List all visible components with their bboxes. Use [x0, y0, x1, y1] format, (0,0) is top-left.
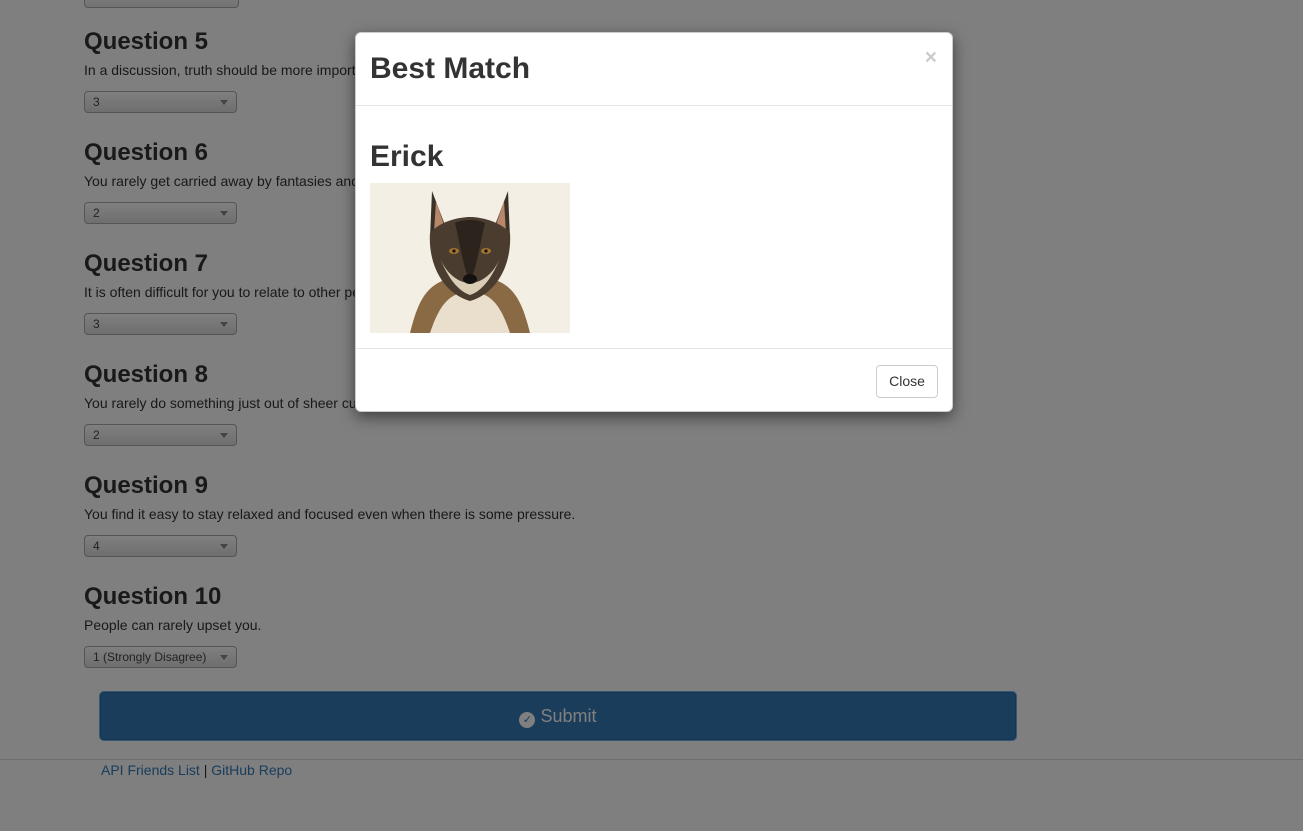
match-name: Erick — [370, 140, 444, 173]
close-icon[interactable]: × — [925, 47, 937, 68]
modal-footer: Close — [356, 348, 952, 413]
close-button[interactable]: Close — [876, 365, 938, 398]
page: Question 5 In a discussion, truth should… — [0, 0, 1303, 831]
modal-body: Erick — [356, 106, 952, 348]
modal-header: Best Match × — [356, 33, 952, 106]
wolf-dog-image — [370, 183, 570, 333]
best-match-modal: Best Match × Erick Close — [355, 32, 953, 412]
modal-title: Best Match — [370, 52, 531, 85]
match-photo — [370, 183, 570, 333]
